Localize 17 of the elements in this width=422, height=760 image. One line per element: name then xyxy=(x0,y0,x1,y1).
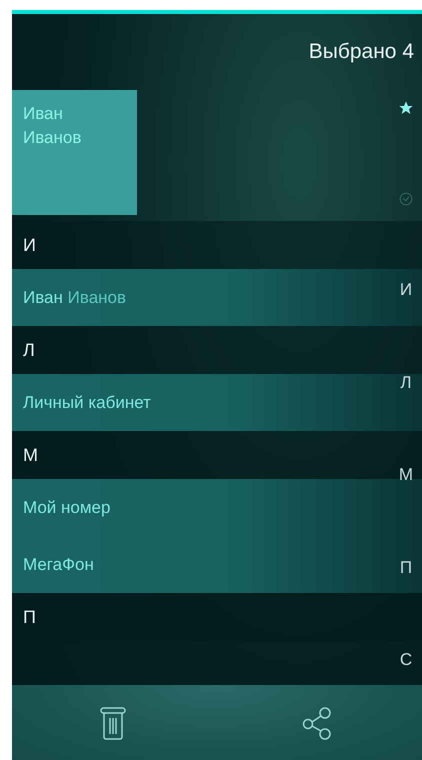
contact-name: Иван Иванов xyxy=(23,286,126,309)
index-letter[interactable]: П xyxy=(400,558,412,576)
section-letter: И xyxy=(23,234,36,256)
contact-name: Иван Иванов xyxy=(23,103,82,149)
contact-name: Мой номер xyxy=(23,496,110,519)
section-letter: Л xyxy=(23,338,35,362)
header-title: Выбрано 4 xyxy=(308,39,414,66)
contact-name: МегаФон xyxy=(23,554,94,576)
index-letter[interactable]: С xyxy=(400,651,412,668)
section-letter: М xyxy=(23,444,38,466)
section-letter: П xyxy=(23,606,36,628)
index-letter[interactable]: Л xyxy=(400,374,412,390)
contact-name: Личный кабинет xyxy=(23,392,151,414)
index-letter[interactable]: И xyxy=(400,281,412,298)
trash-icon xyxy=(100,706,126,740)
contact-row[interactable]: Мой номер xyxy=(12,479,422,536)
star-icon[interactable] xyxy=(398,100,414,116)
